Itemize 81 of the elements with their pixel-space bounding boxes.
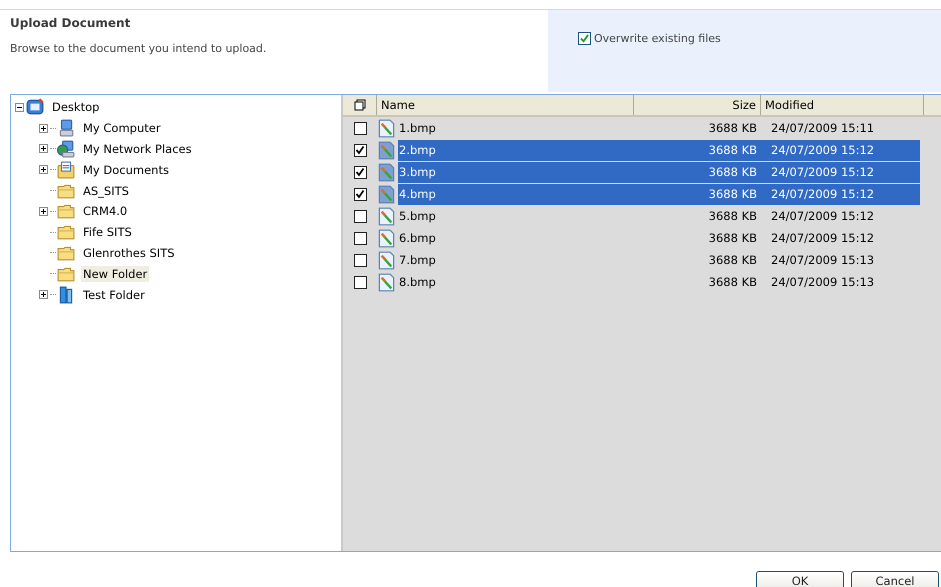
expand-icon[interactable] [39, 165, 48, 174]
expand-icon[interactable] [39, 144, 48, 154]
tree-item[interactable]: My Network Places [81, 140, 194, 157]
folder-icon [57, 202, 75, 220]
documents-folder-icon [57, 160, 75, 179]
tree-item[interactable]: CRM4.0 [81, 203, 130, 220]
row-checkbox[interactable] [354, 122, 366, 134]
file-row[interactable]: 7.bmp 3688 KB 24/07/2009 15:13 [398, 250, 920, 270]
file-name: 8.bmp [398, 275, 437, 289]
tree-item[interactable]: Glenrothes SITS [81, 244, 177, 261]
expand-icon[interactable] [39, 124, 48, 133]
file-modified: 24/07/2009 15:13 [770, 275, 874, 289]
row-checkbox[interactable] [354, 254, 366, 266]
file-modified: 24/07/2009 15:12 [770, 187, 874, 201]
tree-item[interactable]: New Folder [81, 266, 150, 282]
image-file-icon [377, 272, 396, 292]
image-file-icon [377, 250, 396, 270]
file-modified: 24/07/2009 15:12 [770, 143, 874, 157]
file-size: 3688 KB [708, 121, 757, 135]
row-checkbox[interactable] [354, 276, 366, 288]
dialog-title: Upload Document [10, 16, 132, 30]
file-row[interactable]: 8.bmp 3688 KB 24/07/2009 15:13 [398, 272, 920, 292]
image-file-icon [377, 228, 396, 248]
file-row[interactable]: 2.bmp 3688 KB 24/07/2009 15:12 [398, 140, 920, 160]
file-name: 6.bmp [398, 231, 437, 245]
cancel-button[interactable]: Cancel [851, 571, 939, 587]
ok-button[interactable]: OK [756, 571, 844, 587]
book-icon [57, 286, 75, 304]
file-name: 4.bmp [398, 187, 437, 201]
file-name: 1.bmp [398, 121, 437, 135]
tree-item[interactable]: My Computer [81, 120, 163, 136]
file-size: 3688 KB [708, 231, 757, 245]
file-name: 7.bmp [398, 253, 437, 267]
file-size: 3688 KB [708, 187, 757, 201]
file-name: 2.bmp [398, 143, 437, 157]
image-file-icon [377, 162, 396, 182]
tree-item[interactable]: Fife SITS [81, 224, 134, 240]
expand-icon[interactable] [39, 290, 48, 300]
select-all-icon[interactable] [354, 99, 366, 111]
file-row[interactable]: 4.bmp 3688 KB 24/07/2009 15:12 [398, 184, 920, 204]
column-header[interactable]: Size [634, 95, 761, 115]
row-checkbox[interactable] [354, 144, 366, 156]
file-modified: 24/07/2009 15:11 [770, 121, 874, 135]
image-file-icon [377, 118, 396, 138]
description-text: Browse to the document you intend to upload. [10, 42, 268, 55]
file-modified: 24/07/2009 15:13 [770, 253, 874, 267]
folder-icon [57, 223, 75, 242]
file-modified: 24/07/2009 15:12 [770, 209, 874, 223]
row-checkbox[interactable] [354, 232, 366, 244]
row-checkbox[interactable] [354, 166, 366, 178]
image-file-icon [377, 206, 396, 226]
row-checkbox[interactable] [354, 210, 366, 222]
file-modified: 24/07/2009 15:12 [770, 165, 874, 179]
expand-icon[interactable] [39, 206, 48, 216]
overwrite-label: Overwrite existing files [594, 32, 721, 45]
column-header[interactable]: Modified [761, 95, 924, 115]
file-row[interactable]: 6.bmp 3688 KB 24/07/2009 15:12 [398, 228, 920, 248]
tree-item[interactable]: My Documents [81, 162, 171, 178]
file-modified: 24/07/2009 15:12 [770, 231, 874, 245]
file-row[interactable]: 1.bmp 3688 KB 24/07/2009 15:11 [398, 118, 920, 138]
column-header[interactable]: Name [377, 95, 634, 115]
overwrite-checkbox[interactable] [578, 32, 591, 45]
tree-item[interactable]: Desktop [50, 99, 102, 116]
computer-icon [57, 119, 75, 138]
tree-item[interactable]: AS_SITS [81, 182, 131, 199]
image-file-icon [377, 184, 396, 204]
tree-item[interactable]: Test Folder [81, 286, 147, 303]
file-name: 3.bmp [398, 165, 437, 179]
file-size: 3688 KB [708, 275, 757, 289]
file-size: 3688 KB [708, 209, 757, 223]
image-file-icon [377, 140, 396, 160]
file-row[interactable]: 3.bmp 3688 KB 24/07/2009 15:12 [398, 162, 920, 182]
row-checkbox[interactable] [354, 188, 366, 200]
network-icon [57, 140, 75, 158]
file-size: 3688 KB [708, 143, 757, 157]
desktop-icon [26, 98, 44, 116]
file-row[interactable]: 5.bmp 3688 KB 24/07/2009 15:12 [398, 206, 920, 226]
file-name: 5.bmp [398, 209, 437, 223]
collapse-icon[interactable] [15, 102, 24, 112]
file-size: 3688 KB [708, 253, 757, 267]
file-size: 3688 KB [708, 165, 757, 179]
